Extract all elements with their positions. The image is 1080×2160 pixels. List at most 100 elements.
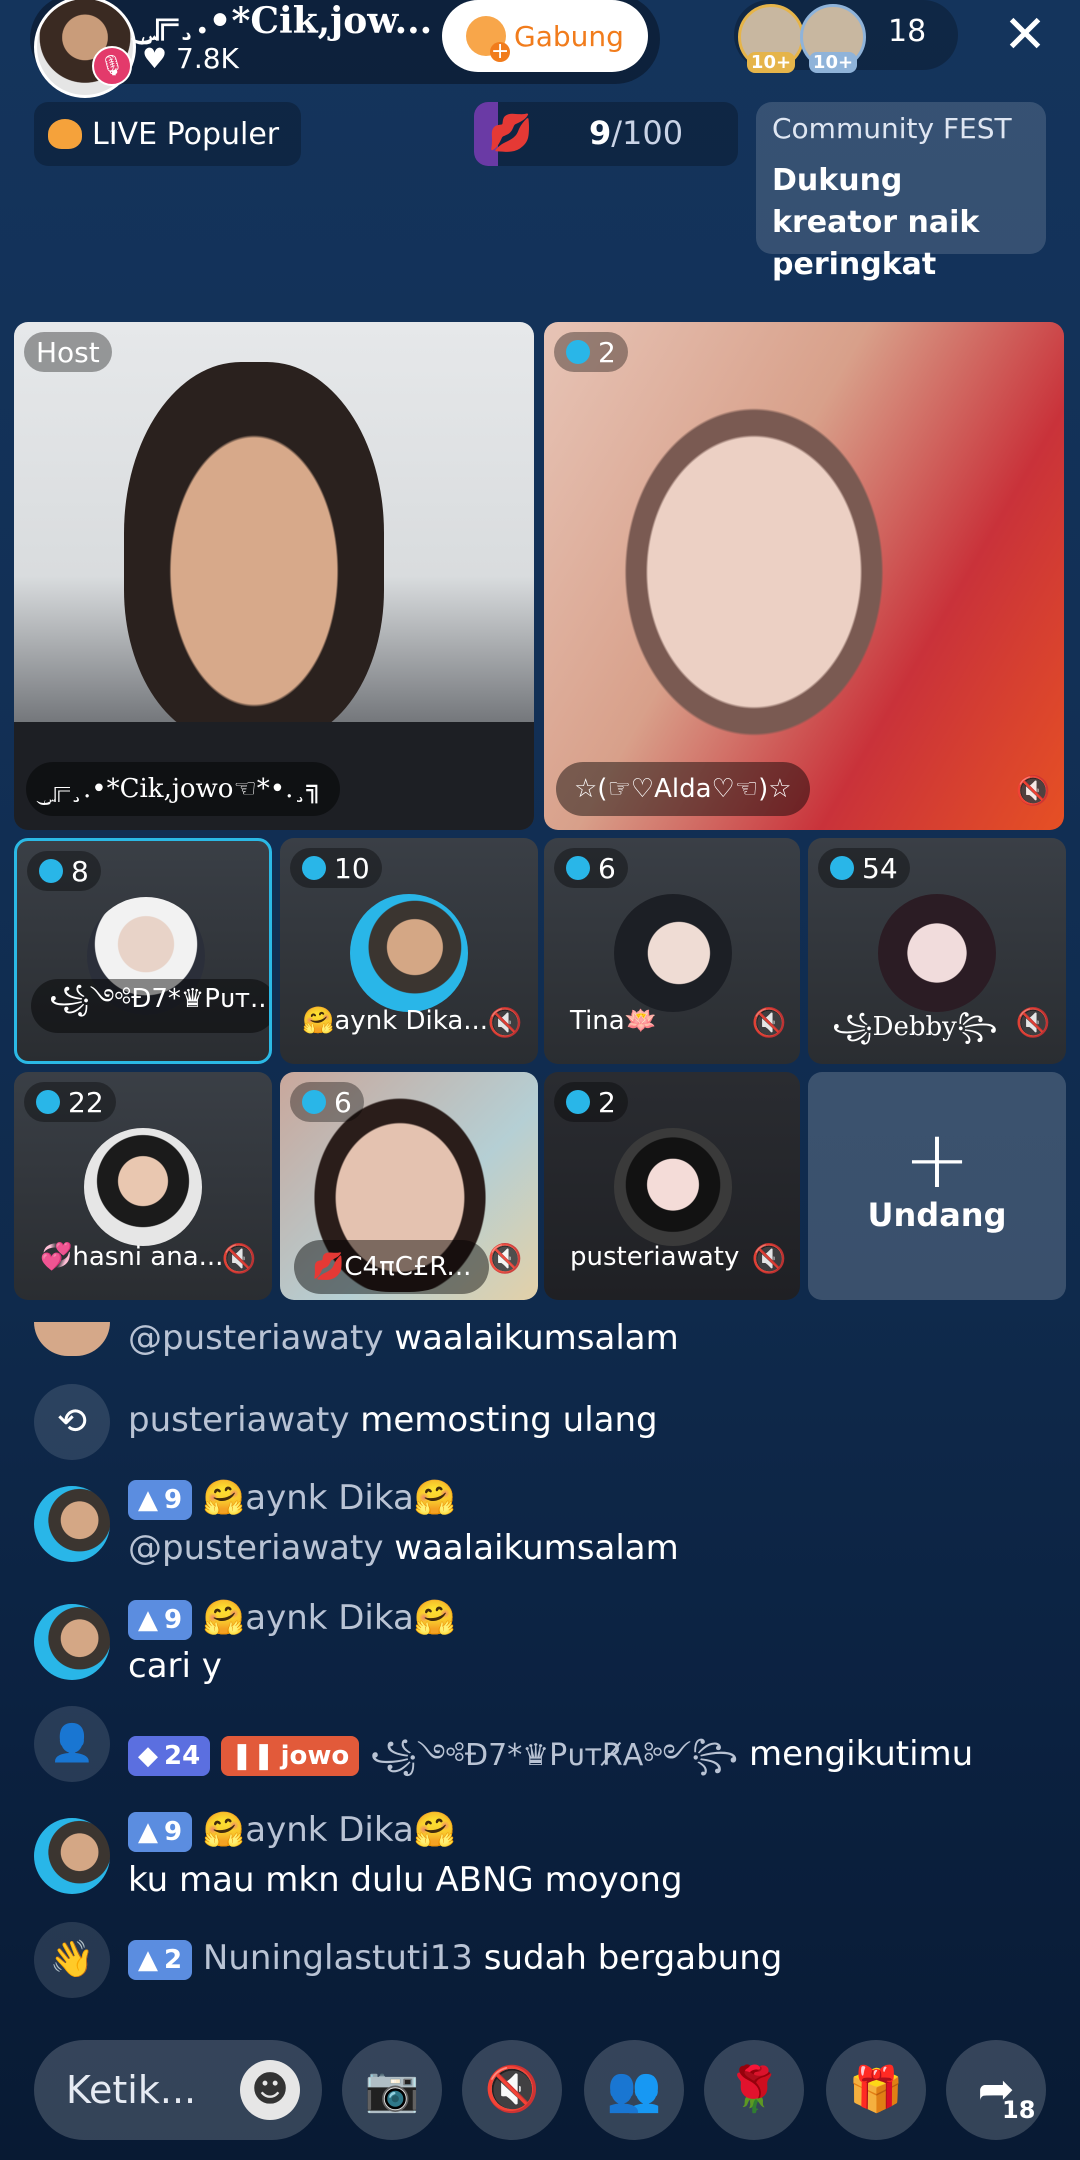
heart-icon <box>48 119 82 149</box>
chat-username[interactable]: 🤗aynk Dika🤗 <box>203 1598 456 1638</box>
guest-tile[interactable]: 54 ꧁Debby꧂ 🔇 <box>808 838 1066 1064</box>
mic-off-icon: 🔇 <box>221 1242 257 1275</box>
plus-icon: + <box>903 1113 971 1206</box>
guest-avatar <box>878 894 996 1012</box>
guest-tag: 8 <box>27 851 101 891</box>
chat-message: ▲ 9 🤗aynk Dika🤗 <box>128 1478 456 1520</box>
chat-text: memosting ulang <box>360 1400 658 1440</box>
emoji-icon[interactable]: ☻ <box>240 2060 300 2120</box>
host-tag-label: Host <box>36 335 100 369</box>
viewer-count: 18 <box>888 14 927 49</box>
comment-placeholder: Ketik... <box>66 2068 197 2112</box>
repost-icon: ⟲ <box>34 1384 110 1460</box>
wave-icon: 👋 <box>34 1922 110 1998</box>
join-label: Gabung <box>514 19 624 53</box>
guest-name: ꧁Debby꧂ <box>832 1012 998 1042</box>
chat-avatar[interactable] <box>34 1818 110 1894</box>
chat-message: ▲ 2 Nuninglastuti13 sudah bergabung <box>128 1938 782 1980</box>
camera-off-icon[interactable]: 📷 <box>342 2040 442 2140</box>
chat-message: @pusteriawaty waalaikumsalam <box>128 1318 679 1358</box>
fest-body: Dukung kreator naik peringkat <box>772 163 980 282</box>
guest-tile[interactable]: 8 ꧁༺Đ7*♛Pᴜᴛ... <box>14 838 272 1064</box>
host-likes: ♥ 7.8K <box>142 42 239 75</box>
guest-tag: 6 <box>554 848 628 888</box>
guest-tile[interactable]: 2 pusteriawaty 🔇 <box>544 1072 800 1300</box>
guest-video-tile[interactable]: 6 💋C4πC£R... 🔇 <box>280 1072 538 1300</box>
rose-gift-icon[interactable]: 🌹 <box>704 2040 804 2140</box>
guest-tile[interactable]: 22 💞hasni ana... 🔇 <box>14 1072 272 1300</box>
invite-button[interactable]: + Undang <box>808 1072 1066 1300</box>
mic-off-icon: 🔇 <box>487 1242 523 1275</box>
share-icon[interactable]: ➦ <box>946 2040 1046 2140</box>
chat-message: pusteriawaty memosting ulang <box>128 1400 658 1440</box>
guest-tag: 22 <box>24 1082 116 1122</box>
heart-plus-icon <box>466 16 511 62</box>
live-popular-badge[interactable]: LIVE Populer <box>34 102 302 166</box>
mic-off-icon: 🔇 <box>751 1006 787 1039</box>
guest-gift-count: 54 <box>862 851 898 885</box>
level-number: 9 <box>164 1604 183 1635</box>
guest-name: 💋C4πC£R... <box>294 1240 490 1294</box>
host-video-tile[interactable]: Host ╔ۣ͜¸.•*Cik,jowo☜*•.¸╗ <box>14 322 534 830</box>
gem-icon <box>566 340 590 364</box>
chat-username[interactable]: Nuninglastuti13 <box>203 1938 473 1978</box>
mic-off-icon[interactable]: 🔇 <box>462 2040 562 2140</box>
level-number: 2 <box>164 1944 183 1975</box>
guest-name: 🤗aynk Dika... <box>302 1006 489 1036</box>
gift-icon[interactable]: 🎁 <box>826 2040 926 2140</box>
level-badge: ▲ 9 <box>128 1599 193 1640</box>
guest-tag: 2 <box>554 1082 628 1122</box>
chat-avatar[interactable] <box>34 1322 110 1356</box>
viewer-rank-badge: 10+ <box>808 52 858 73</box>
chat-username[interactable]: ꧁༺Đ7*♛PᴜᴛR̸A༻꧂ <box>370 1738 738 1773</box>
viewer-avatar[interactable]: 10+ <box>800 4 866 73</box>
chat-avatar[interactable] <box>34 1604 110 1680</box>
comment-input[interactable]: Ketik... ☻ <box>34 2040 322 2140</box>
guests-icon[interactable]: 👥 <box>584 2040 684 2140</box>
guest-tag: 10 <box>290 848 382 888</box>
level-badge: ▲ 9 <box>128 1479 193 1520</box>
chat-text: mengikutimu <box>748 1734 974 1774</box>
gem-icon <box>566 1090 590 1114</box>
chat-avatar[interactable] <box>34 1486 110 1562</box>
likes-count: 7.8K <box>176 42 239 75</box>
guest-avatar <box>614 894 732 1012</box>
guest-name: ꧁༺Đ7*♛Pᴜᴛ... <box>31 979 269 1033</box>
invite-label: Undang <box>867 1196 1007 1234</box>
guest-gift-count: 22 <box>68 1085 104 1119</box>
level-number: 9 <box>164 1484 183 1515</box>
guest-tile[interactable]: 6 Tina🪷 🔇 <box>544 838 800 1064</box>
fest-title: Community FEST <box>772 112 1012 145</box>
gem-icon <box>302 856 326 880</box>
gem-icon <box>39 859 63 883</box>
chat-message: ◆ 24 ❚❚ jowo ꧁༺Đ7*♛PᴜᴛR̸A༻꧂ mengikutimu <box>128 1722 973 1806</box>
guest-name: 💞hasni ana... <box>40 1242 224 1272</box>
community-fest-card[interactable]: Community FEST Dukung kreator naik perin… <box>756 102 1046 282</box>
gift-goal-bar[interactable]: 💋 9/100 <box>474 102 738 166</box>
guest-video-tile[interactable]: 2 ☆(☞♡Alda♡☜)☆ 🔇 <box>544 322 1064 830</box>
guest-tile[interactable]: 10 🤗aynk Dika... 🔇 <box>280 838 538 1064</box>
viewer-avatar[interactable]: 10+ <box>738 4 804 73</box>
chat-username[interactable]: 🤗aynk Dika🤗 <box>203 1810 456 1850</box>
mic-off-icon: 🔇 <box>487 1006 523 1039</box>
close-icon[interactable]: ✕ <box>1000 9 1050 61</box>
gem-icon <box>566 856 590 880</box>
guest-name: Tina🪷 <box>570 1006 658 1036</box>
goal-progress-text: 9/100 <box>589 114 683 152</box>
chat-text: sudah bergabung <box>483 1938 783 1978</box>
fan-club-name: jowo <box>280 1740 350 1771</box>
chat-message: ▲ 9 🤗aynk Dika🤗 <box>128 1598 456 1640</box>
guest-name: pusteriawaty <box>570 1242 740 1272</box>
chat-mention[interactable]: @pusteriawaty <box>128 1528 383 1568</box>
chat-username[interactable]: 🤗aynk Dika🤗 <box>203 1478 456 1518</box>
goal-current: 9 <box>589 114 612 152</box>
mic-off-icon: 🔇 <box>1015 774 1051 807</box>
chat-message: ▲ 9 🤗aynk Dika🤗 <box>128 1810 456 1852</box>
chat-text: ku mau mkn dulu ABNG moyong <box>128 1860 683 1900</box>
guest-tag: 2 <box>554 332 628 372</box>
chat-username[interactable]: pusteriawaty <box>128 1400 349 1440</box>
mic-off-icon: 🔇 <box>1015 1006 1051 1039</box>
chat-username[interactable]: @pusteriawaty <box>128 1318 383 1358</box>
viewer-rank-badge: 10+ <box>746 52 796 73</box>
join-button[interactable]: Gabung <box>442 0 648 72</box>
